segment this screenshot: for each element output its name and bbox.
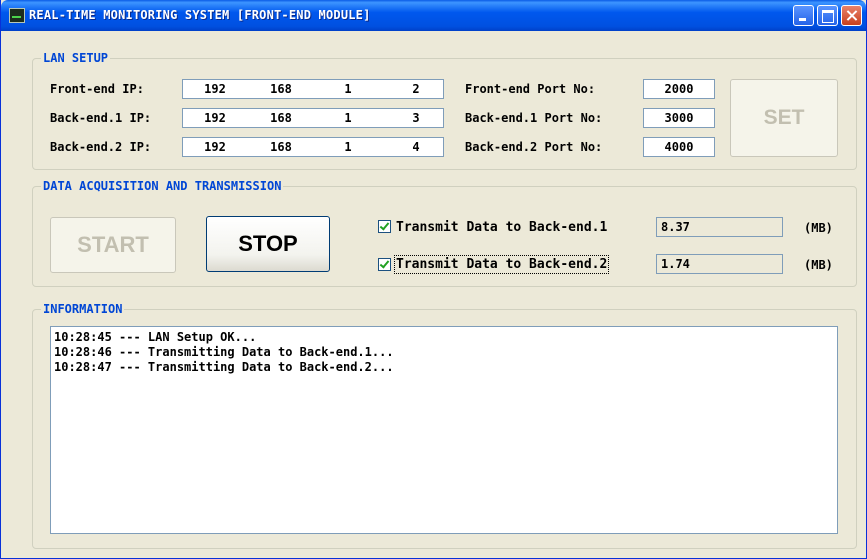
window-title: REAL-TIME MONITORING SYSTEM [FRONT-END M…: [29, 8, 371, 22]
data-acquisition-title: DATA ACQUISITION AND TRANSMISSION: [41, 179, 284, 193]
start-button[interactable]: START: [50, 217, 176, 273]
back-end-2-ip-field[interactable]: 192 168 1 4: [182, 137, 444, 157]
front-end-port-field[interactable]: 2000: [643, 79, 715, 99]
back-end-1-data-mb: 8.37: [656, 217, 783, 237]
back-end-1-port-field[interactable]: 3000: [643, 108, 715, 128]
back-end-1-ip-label: Back-end.1 IP:: [50, 111, 152, 125]
log-line: 10:28:46 --- Transmitting Data to Back-e…: [54, 345, 394, 359]
back-end-2-data-mb: 1.74: [656, 254, 783, 274]
monitor-app-icon: [9, 8, 25, 23]
transmit-back-end-2-checkbox[interactable]: [378, 258, 391, 271]
ip-octet: 168: [270, 140, 292, 154]
back-end-2-unit: (MB): [804, 258, 833, 272]
ip-octet: 2: [412, 82, 420, 96]
lan-setup-title: LAN SETUP: [41, 51, 111, 65]
minimize-button[interactable]: [793, 5, 814, 26]
front-end-ip-field[interactable]: 192 168 1 2: [182, 79, 444, 99]
transmit-back-end-1-label[interactable]: Transmit Data to Back-end.1: [396, 220, 607, 235]
set-button[interactable]: SET: [730, 79, 838, 157]
ip-octet: 1: [344, 111, 352, 125]
stop-button[interactable]: STOP: [206, 216, 330, 272]
information-title: INFORMATION: [41, 302, 125, 316]
ip-octet: 3: [412, 111, 420, 125]
information-log[interactable]: 10:28:45 --- LAN Setup OK... 10:28:46 --…: [50, 326, 838, 534]
back-end-2-ip-label: Back-end.2 IP:: [50, 140, 152, 154]
ip-octet: 192: [204, 82, 226, 96]
ip-octet: 1: [344, 140, 352, 154]
ip-octet: 192: [204, 140, 226, 154]
back-end-2-port-field[interactable]: 4000: [643, 137, 715, 157]
maximize-button[interactable]: [817, 5, 838, 26]
front-end-port-label: Front-end Port No:: [465, 82, 596, 96]
app-window: REAL-TIME MONITORING SYSTEM [FRONT-END M…: [0, 0, 867, 559]
transmit-back-end-1-checkbox[interactable]: [378, 220, 391, 233]
ip-octet: 168: [270, 111, 292, 125]
log-line: 10:28:47 --- Transmitting Data to Back-e…: [54, 360, 394, 374]
title-bar[interactable]: REAL-TIME MONITORING SYSTEM [FRONT-END M…: [1, 0, 866, 31]
back-end-1-unit: (MB): [804, 221, 833, 235]
transmit-back-end-2-label[interactable]: Transmit Data to Back-end.2: [393, 255, 610, 274]
front-end-ip-label: Front-end IP:: [50, 82, 144, 96]
close-button[interactable]: [841, 5, 862, 26]
ip-octet: 168: [270, 82, 292, 96]
back-end-1-port-label: Back-end.1 Port No:: [465, 111, 603, 125]
back-end-1-ip-field[interactable]: 192 168 1 3: [182, 108, 444, 128]
ip-octet: 4: [412, 140, 420, 154]
ip-octet: 1: [344, 82, 352, 96]
log-line: 10:28:45 --- LAN Setup OK...: [54, 330, 257, 344]
ip-octet: 192: [204, 111, 226, 125]
back-end-2-port-label: Back-end.2 Port No:: [465, 140, 603, 154]
